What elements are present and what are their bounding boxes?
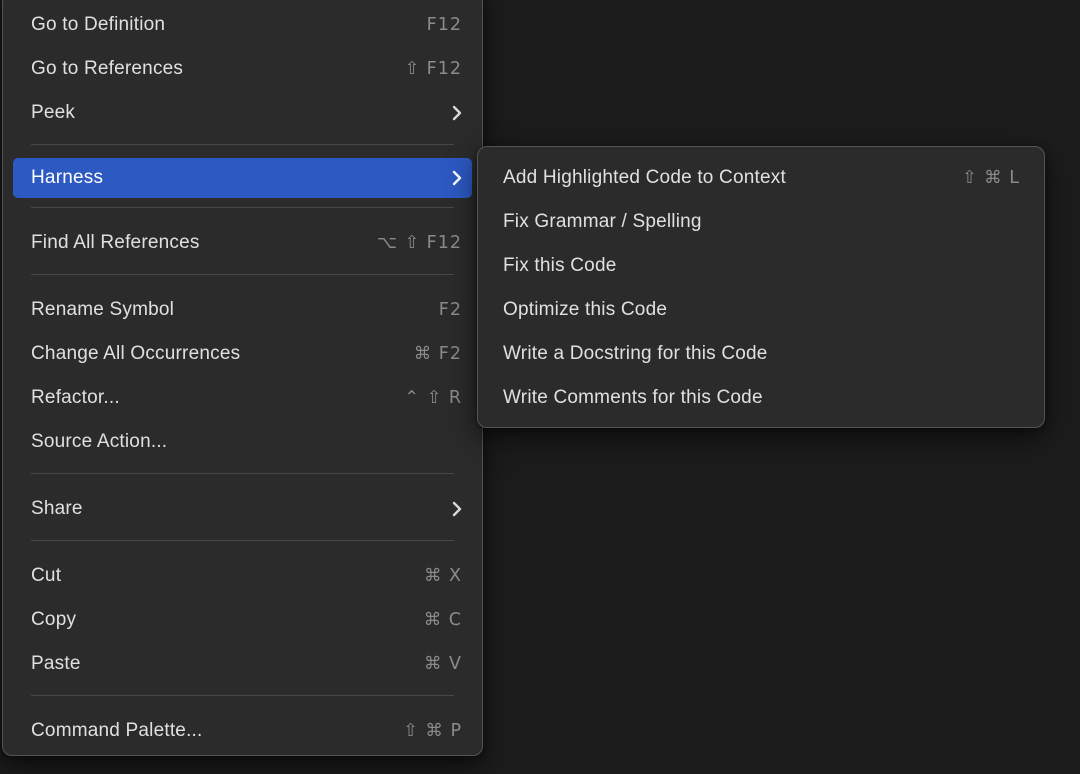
menu-item-label: Copy (31, 609, 400, 631)
menu-item-refactor[interactable]: Refactor... ⌃ ⇧ R (3, 376, 482, 420)
menu-item-label: Find All References (31, 232, 353, 254)
menu-item-shortcut: ⇧ F12 (404, 59, 462, 79)
menu-separator (31, 274, 454, 275)
menu-item-label: Go to Definition (31, 14, 403, 36)
menu-separator (31, 695, 454, 696)
menu-item-copy[interactable]: Copy ⌘ C (3, 598, 482, 642)
menu-item-label: Go to References (31, 58, 380, 80)
menu-item-label: Fix Grammar / Spelling (503, 211, 1020, 233)
menu-item-label: Cut (31, 565, 400, 587)
menu-item-label: Add Highlighted Code to Context (503, 167, 938, 189)
menu-item-shortcut: ⌃ ⇧ R (404, 388, 462, 408)
chevron-right-icon (452, 105, 462, 121)
submenu-item-add-highlighted-code-to-context[interactable]: Add Highlighted Code to Context ⇧ ⌘ L (478, 156, 1044, 200)
menu-item-peek[interactable]: Peek (3, 91, 482, 135)
menu-separator (31, 144, 454, 145)
submenu-item-optimize-this-code[interactable]: Optimize this Code (478, 288, 1044, 332)
menu-item-label: Peek (31, 102, 428, 124)
menu-item-harness[interactable]: Harness (13, 158, 472, 198)
menu-item-label: Share (31, 498, 428, 520)
menu-item-label: Paste (31, 653, 400, 675)
context-menu: Go to Definition F12 Go to References ⇧ … (2, 0, 483, 756)
menu-item-shortcut: ⌘ X (424, 566, 462, 586)
chevron-right-icon (452, 170, 462, 186)
submenu-item-write-a-docstring-for-this-code[interactable]: Write a Docstring for this Code (478, 332, 1044, 376)
menu-item-go-to-references[interactable]: Go to References ⇧ F12 (3, 47, 482, 91)
submenu-item-fix-this-code[interactable]: Fix this Code (478, 244, 1044, 288)
menu-item-share[interactable]: Share (3, 487, 482, 531)
menu-item-shortcut: ⌘ C (424, 610, 462, 630)
menu-item-label: Command Palette... (31, 720, 379, 742)
menu-item-rename-symbol[interactable]: Rename Symbol F2 (3, 288, 482, 332)
menu-item-shortcut: ⇧ ⌘ P (403, 721, 462, 741)
menu-item-shortcut: ⌘ F2 (414, 344, 462, 364)
menu-item-shortcut: ⌥ ⇧ F12 (377, 233, 462, 253)
submenu-item-fix-grammar-spelling[interactable]: Fix Grammar / Spelling (478, 200, 1044, 244)
menu-item-label: Write Comments for this Code (503, 387, 1020, 409)
menu-item-label: Refactor... (31, 387, 380, 409)
menu-item-paste[interactable]: Paste ⌘ V (3, 642, 482, 686)
menu-item-command-palette[interactable]: Command Palette... ⇧ ⌘ P (3, 709, 482, 753)
harness-submenu: Add Highlighted Code to Context ⇧ ⌘ L Fi… (477, 146, 1045, 428)
submenu-item-write-comments-for-this-code[interactable]: Write Comments for this Code (478, 376, 1044, 420)
menu-item-change-all-occurrences[interactable]: Change All Occurrences ⌘ F2 (3, 332, 482, 376)
menu-item-shortcut: F12 (427, 15, 462, 35)
menu-item-label: Write a Docstring for this Code (503, 343, 1020, 365)
menu-item-source-action[interactable]: Source Action... (3, 420, 482, 464)
menu-item-label: Change All Occurrences (31, 343, 390, 365)
menu-item-label: Rename Symbol (31, 299, 415, 321)
menu-separator (31, 207, 454, 208)
chevron-right-icon (452, 501, 462, 517)
menu-item-shortcut: ⌘ V (424, 654, 462, 674)
menu-item-cut[interactable]: Cut ⌘ X (3, 554, 482, 598)
menu-item-shortcut: ⇧ ⌘ L (962, 168, 1020, 188)
menu-separator (31, 473, 454, 474)
menu-item-label: Optimize this Code (503, 299, 1020, 321)
menu-item-find-all-references[interactable]: Find All References ⌥ ⇧ F12 (3, 221, 482, 265)
menu-item-go-to-definition[interactable]: Go to Definition F12 (3, 3, 482, 47)
menu-item-label: Source Action... (31, 431, 462, 453)
menu-item-shortcut: F2 (439, 300, 462, 320)
menu-item-label: Harness (31, 167, 428, 189)
menu-item-label: Fix this Code (503, 255, 1020, 277)
menu-separator (31, 540, 454, 541)
